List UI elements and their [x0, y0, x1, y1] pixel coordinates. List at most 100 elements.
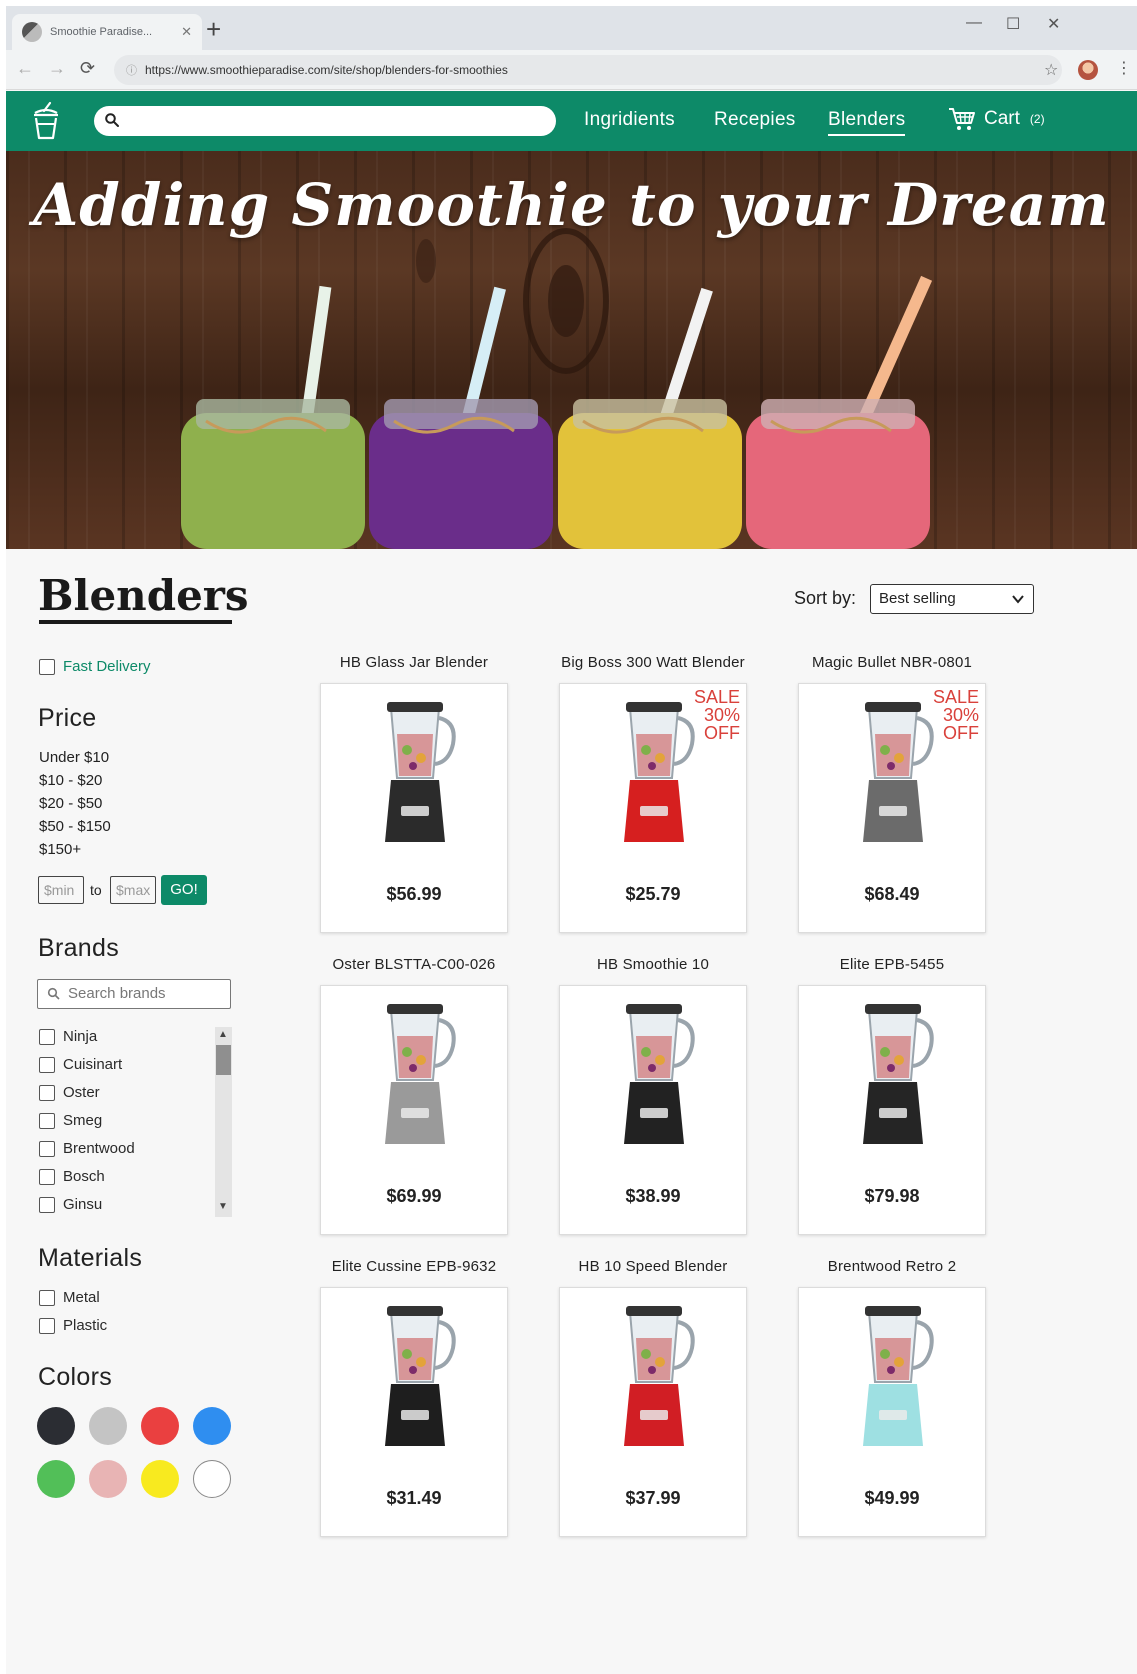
brand-checkbox-ginsu[interactable]: Ginsu [39, 1196, 102, 1213]
chevron-down-icon[interactable]: ▼ [218, 1201, 228, 1212]
site-search-input[interactable] [94, 106, 556, 136]
browser-tab[interactable]: Smoothie Paradise... ✕ [12, 14, 202, 50]
brand-checkbox-bosch[interactable]: Bosch [39, 1168, 105, 1185]
price-go-button[interactable]: GO! [161, 875, 207, 905]
product-name[interactable]: Brentwood Retro 2 [772, 1258, 1012, 1275]
color-swatch[interactable] [141, 1460, 179, 1498]
product-name[interactable]: Magic Bullet NBR-0801 [772, 654, 1012, 671]
product-name[interactable]: Oster BLSTTA-C00-026 [294, 956, 534, 973]
price-range-under-10[interactable]: Under $10 [39, 749, 109, 766]
checkbox-box[interactable] [39, 1168, 55, 1185]
brand-list-scrollbar[interactable]: ▲ ▼ [215, 1027, 232, 1217]
color-swatch[interactable] [37, 1460, 75, 1498]
brand-label: Oster [63, 1084, 100, 1101]
product-name[interactable]: Elite Cussine EPB-9632 [294, 1258, 534, 1275]
search-icon [105, 113, 119, 127]
maximize-icon[interactable]: ☐ [1006, 14, 1020, 34]
product-name[interactable]: HB Smoothie 10 [533, 956, 773, 973]
price-min-input[interactable]: $min [38, 876, 84, 904]
product-card[interactable]: $56.99 [320, 683, 508, 933]
checkbox-box[interactable] [39, 1084, 55, 1101]
checkbox-box[interactable] [39, 1140, 55, 1157]
brand-label: Ginsu [63, 1196, 103, 1213]
checkbox-box[interactable] [39, 1112, 55, 1129]
color-swatch[interactable] [37, 1407, 75, 1445]
product-price: $31.49 [386, 1488, 442, 1508]
color-swatch[interactable] [193, 1460, 231, 1498]
product-card[interactable]: $38.99 [559, 985, 747, 1235]
price-range-10-20[interactable]: $10 - $20 [39, 772, 102, 789]
brand-checkbox-brentwood[interactable]: Brentwood [39, 1140, 135, 1157]
profile-avatar[interactable] [1078, 60, 1098, 80]
brand-search-input[interactable]: Search brands [37, 979, 231, 1009]
product-name[interactable]: Big Boss 300 Watt Blender [533, 654, 773, 671]
color-swatch[interactable] [89, 1407, 127, 1445]
blender-image [385, 702, 456, 842]
blender-image [624, 1306, 695, 1446]
material-label: Metal [63, 1289, 100, 1306]
close-window-icon[interactable]: ✕ [1047, 14, 1060, 34]
chevron-up-icon[interactable]: ▲ [218, 1029, 228, 1040]
product-card[interactable]: $31.49 [320, 1287, 508, 1537]
material-checkbox-metal[interactable]: Metal [39, 1289, 100, 1306]
nav-link-recepies[interactable]: Recepies [714, 109, 796, 131]
brand-checkbox-smeg[interactable]: Smeg [39, 1112, 102, 1129]
scrollbar-thumb[interactable] [216, 1045, 231, 1075]
forward-icon[interactable]: → [48, 58, 66, 79]
product-card[interactable]: SALE 30% OFF $68.49 [798, 683, 986, 933]
material-checkbox-plastic[interactable]: Plastic [39, 1317, 107, 1334]
cart-button[interactable]: Cart (2) [948, 106, 1045, 132]
product-price: $79.98 [864, 1186, 920, 1206]
nav-link-blenders[interactable]: Blenders [828, 109, 906, 136]
checkbox-box[interactable] [39, 658, 55, 675]
checkbox-box[interactable] [39, 1196, 55, 1213]
back-icon[interactable]: ← [16, 58, 34, 79]
blender-image [624, 1004, 695, 1144]
fast-delivery-label: Fast Delivery [63, 658, 151, 675]
color-swatch[interactable] [89, 1460, 127, 1498]
smoothie-cup-logo-icon[interactable] [30, 101, 62, 141]
product-price: $37.99 [625, 1488, 681, 1508]
bookmark-star-icon[interactable]: ☆ [1044, 60, 1058, 80]
product-card[interactable]: $79.98 [798, 985, 986, 1235]
color-swatch[interactable] [193, 1407, 231, 1445]
hero-title: Adding Smoothie to your Dream [33, 171, 1110, 239]
price-max-input[interactable]: $max [110, 876, 156, 904]
product-price: $69.99 [386, 1186, 442, 1206]
fast-delivery-checkbox[interactable]: Fast Delivery [39, 658, 151, 675]
checkbox-box[interactable] [39, 1289, 55, 1306]
close-tab-icon[interactable]: ✕ [181, 24, 192, 40]
color-swatch[interactable] [141, 1407, 179, 1445]
product-name[interactable]: Elite EPB-5455 [772, 956, 1012, 973]
blender-image [385, 1306, 456, 1446]
checkbox-box[interactable] [39, 1317, 55, 1334]
title-underline [39, 620, 232, 624]
product-name[interactable]: HB 10 Speed Blender [533, 1258, 773, 1275]
product-card[interactable]: $37.99 [559, 1287, 747, 1537]
product-card[interactable]: $49.99 [798, 1287, 986, 1537]
page-title: Blenders [38, 571, 249, 620]
sort-dropdown[interactable]: Best selling [870, 584, 1034, 614]
new-tab-icon[interactable]: + [206, 16, 221, 42]
product-card[interactable]: SALE 30% OFF $25.79 [559, 683, 747, 933]
price-range-20-50[interactable]: $20 - $50 [39, 795, 102, 812]
sale-badge: SALE 30% OFF [932, 687, 979, 743]
brand-checkbox-oster[interactable]: Oster [39, 1084, 100, 1101]
checkbox-box[interactable] [39, 1056, 55, 1073]
checkbox-box[interactable] [39, 1028, 55, 1045]
reload-icon[interactable]: ⟳ [80, 58, 95, 79]
product-name[interactable]: HB Glass Jar Blender [294, 654, 534, 671]
product-price: $25.79 [625, 884, 681, 904]
shopping-cart-icon [949, 108, 975, 130]
brand-checkbox-cuisinart[interactable]: Cuisinart [39, 1056, 122, 1073]
url-field[interactable]: ⓘ https://www.smoothieparadise.com/site/… [114, 55, 1062, 85]
blender-image [385, 1004, 456, 1144]
menu-kebab-icon[interactable]: ⋮ [1116, 58, 1132, 78]
minimize-icon[interactable]: — [966, 14, 982, 32]
product-card[interactable]: $69.99 [320, 985, 508, 1235]
price-range-150-plus[interactable]: $150+ [39, 841, 81, 858]
price-range-50-150[interactable]: $50 - $150 [39, 818, 111, 835]
url-text: https://www.smoothieparadise.com/site/sh… [145, 63, 508, 77]
nav-link-ingridients[interactable]: Ingridients [584, 109, 675, 131]
brand-checkbox-ninja[interactable]: Ninja [39, 1028, 97, 1045]
